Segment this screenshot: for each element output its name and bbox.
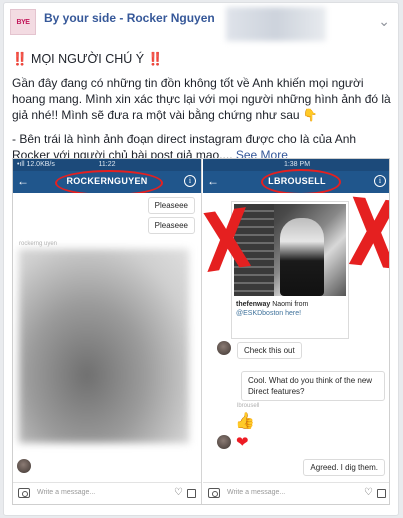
message-bubble: Cool. What do you think of the new Direc… [241, 371, 385, 401]
message-composer: Write a message... ♡ [13, 482, 201, 504]
photo-person [280, 218, 324, 296]
gallery-icon [187, 489, 196, 498]
chat-area: Pleaseee Pleaseee rockerng uyen [13, 193, 201, 482]
gallery-icon [377, 489, 386, 498]
red-x-annotation-left: X [200, 191, 254, 293]
red-x-annotation-right: X [346, 179, 390, 293]
sender-avatar [217, 435, 231, 449]
info-icon: i [184, 175, 196, 187]
post-paragraph-1: Gần đây đang có những tin đồn không tốt … [12, 76, 391, 122]
message-composer: Write a message... ♡ [203, 482, 389, 504]
post-header: BYE By your side - Rocker Nguyen ⌄ [4, 3, 398, 41]
message-bubble: Agreed. I dig them. [303, 459, 385, 476]
sender-label: lbrousell [237, 403, 260, 409]
sender-label: rockerng uyen [19, 241, 58, 247]
blurred-region [226, 7, 326, 41]
blurred-shared-image [19, 249, 189, 443]
left-phone-screenshot: •ıll 12.0KB/s 11:22 ← ROCKERNGUYEN i Ple… [13, 159, 202, 504]
caption-handle: @ESKDboston here! [236, 310, 302, 317]
sender-avatar [17, 459, 31, 473]
sender-avatar [217, 341, 231, 355]
camera-icon [208, 488, 220, 498]
avatar-text: BYE [16, 18, 30, 26]
screenshot-comparison-image[interactable]: •ıll 12.0KB/s 11:22 ← ROCKERNGUYEN i Ple… [12, 158, 390, 505]
message-bubble: Pleaseee [147, 197, 195, 214]
post-body: ‼️ MỌI NGƯỜI CHÚ Ý ‼️ Gần đây đang có nh… [12, 51, 396, 163]
composer-placeholder: Write a message... [37, 489, 96, 496]
post-title-line: ‼️ MỌI NGƯỜI CHÚ Ý ‼️ [12, 52, 164, 66]
page-avatar[interactable]: BYE [10, 9, 36, 35]
shared-post-caption: thefenway Naomi from @ESKDboston here! [236, 300, 346, 318]
heart-filled-icon: ❤ [236, 434, 249, 451]
composer-placeholder: Write a message... [227, 489, 286, 496]
heart-icon: ♡ [364, 487, 373, 498]
message-bubble: Pleaseee [147, 217, 195, 234]
post-card: BYE By your side - Rocker Nguyen ⌄ ‼️ MỌ… [3, 2, 399, 516]
camera-icon [18, 488, 30, 498]
heart-icon: ♡ [174, 487, 183, 498]
message-bubble: Check this out [237, 342, 302, 359]
post-options-icon[interactable]: ⌄ [378, 13, 390, 30]
page-name-link[interactable]: By your side - Rocker Nguyen [44, 11, 215, 25]
red-circle-annotation [261, 169, 341, 195]
caption-username: thefenway [236, 301, 271, 308]
thumbs-up-icon: 👍 [235, 413, 255, 430]
caption-text: Naomi from [272, 301, 309, 308]
